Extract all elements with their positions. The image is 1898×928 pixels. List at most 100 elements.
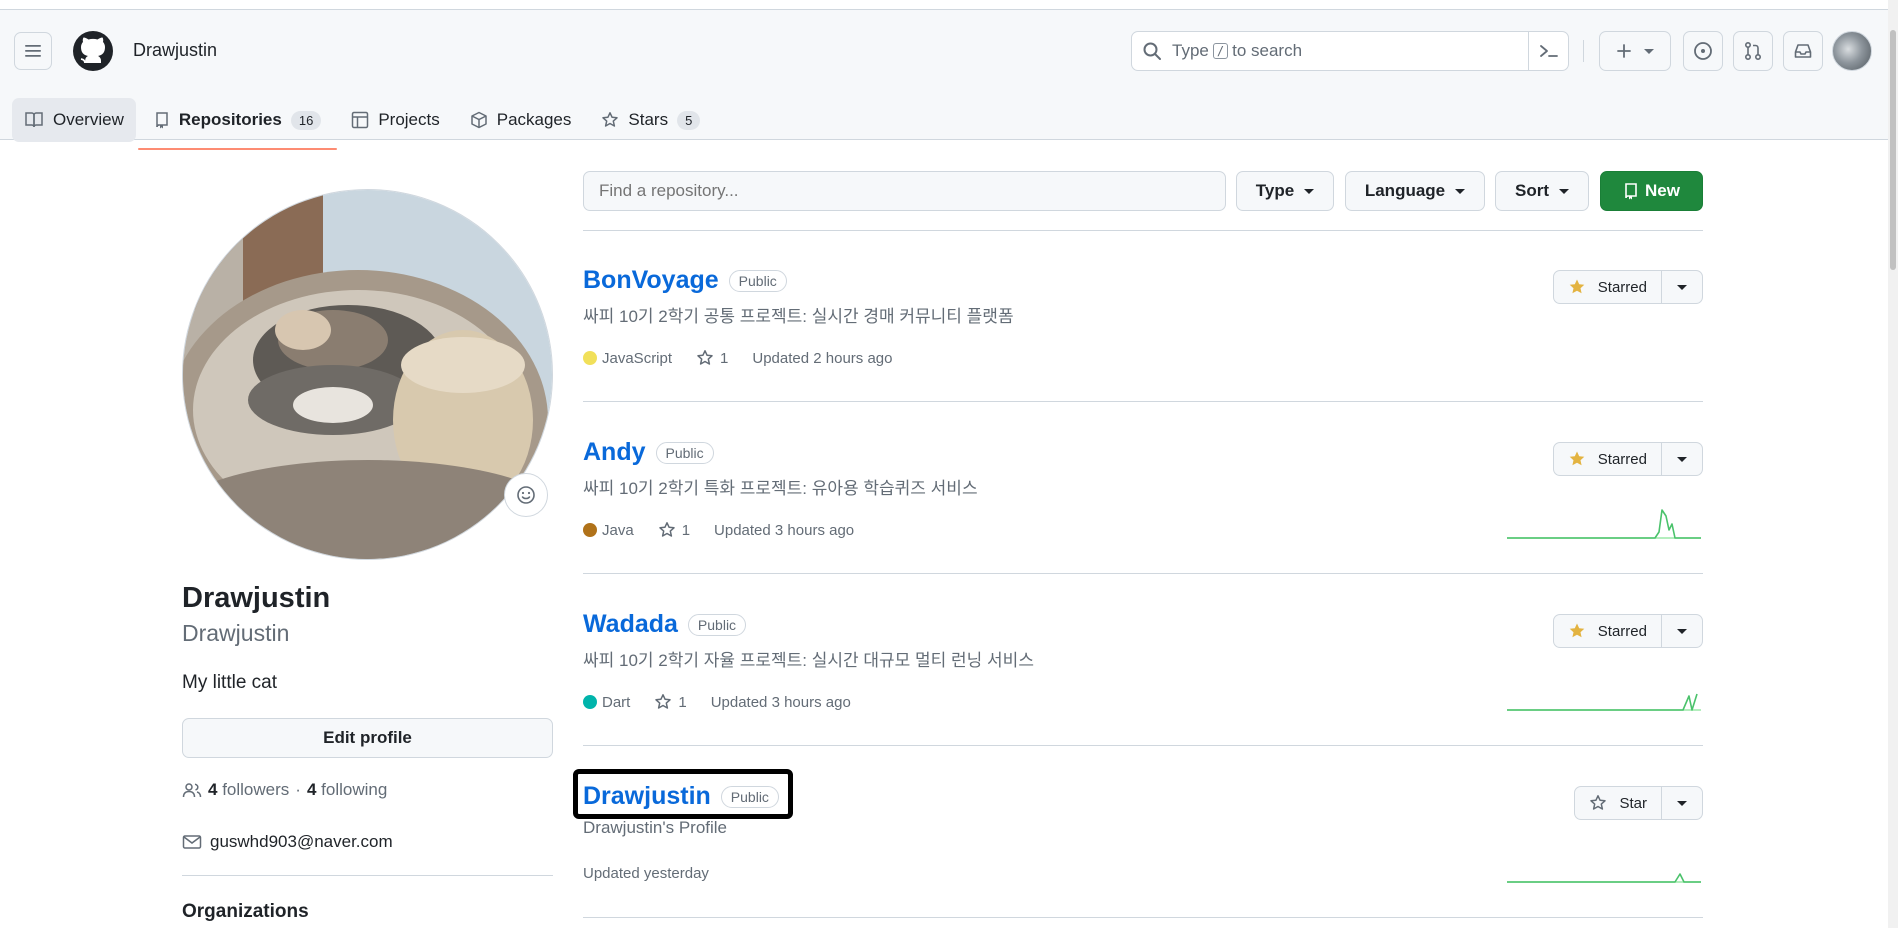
git-pull-request-icon (1744, 41, 1762, 61)
language-filter-button[interactable]: Language (1345, 171, 1485, 211)
language-color-dot (583, 351, 597, 365)
user-avatar[interactable] (1832, 31, 1872, 71)
search-bar[interactable]: Type / to search (1131, 31, 1569, 71)
email-link[interactable]: guswhd903@naver.com (210, 832, 393, 852)
inbox-button[interactable] (1783, 31, 1823, 71)
pull-requests-button[interactable] (1733, 31, 1773, 71)
repo-item: BonVoyage Public 싸피 10기 2학기 공통 프로젝트: 실시간… (583, 230, 1703, 402)
repo-item: Wadada Public 싸피 10기 2학기 자율 프로젝트: 실시간 대규… (583, 574, 1703, 746)
unstar-button[interactable]: Starred (1554, 615, 1662, 647)
new-repository-button[interactable]: New (1600, 171, 1703, 211)
star-icon (658, 522, 675, 537)
header-username[interactable]: Drawjustin (133, 40, 217, 61)
visibility-badge: Public (655, 441, 714, 464)
edit-profile-button[interactable]: Edit profile (182, 718, 553, 758)
repo-description: 싸피 10기 2학기 자율 프로젝트: 실시간 대규모 멀티 런닝 서비스 (583, 651, 1034, 670)
repo-stargazers-link[interactable]: 1 (654, 693, 687, 711)
repo-language: Dart (583, 694, 630, 711)
star-count: 1 (678, 693, 687, 711)
updated-time: Updated yesterday (583, 865, 709, 882)
github-logo-icon[interactable] (72, 30, 114, 72)
star-list-dropdown[interactable] (1662, 787, 1702, 819)
star-icon (1590, 795, 1607, 810)
new-repository-label: New (1645, 181, 1680, 200)
language-label: Java (602, 521, 634, 539)
set-status-button[interactable] (504, 473, 548, 517)
language-color-dot (583, 695, 597, 709)
sort-label: Sort (1515, 181, 1549, 200)
repo-item: Andy Public 싸피 10기 2학기 특화 프로젝트: 유아용 학습퀴즈… (583, 402, 1703, 574)
star-filled-icon (1569, 451, 1585, 466)
activity-sparkline (1507, 509, 1701, 539)
tab-projects-label: Projects (378, 110, 440, 129)
menu-button[interactable] (14, 32, 52, 70)
repo-stargazers-link[interactable]: 1 (658, 521, 690, 539)
star-list-dropdown[interactable] (1662, 443, 1702, 475)
search-placeholder: Type / to search (1172, 41, 1302, 61)
tab-repositories-label: Repositories (178, 110, 282, 129)
followers-count: 4 (208, 780, 218, 799)
repo-icon (1625, 183, 1637, 200)
sort-button[interactable]: Sort (1495, 171, 1589, 211)
following-link[interactable]: 4 following (307, 780, 387, 800)
organizations-heading: Organizations (182, 901, 309, 922)
repo-description: Drawjustin's Profile (583, 818, 728, 837)
star-button-group: Starred (1552, 442, 1703, 476)
unstar-button[interactable]: Starred (1554, 271, 1662, 303)
profile-name: Drawjustin (182, 582, 331, 614)
profile-login: Drawjustin (182, 620, 290, 646)
search-suffix: to search (1232, 41, 1303, 60)
repositories-count: 16 (290, 110, 322, 130)
following-label: following (321, 780, 388, 799)
star-list-dropdown[interactable] (1662, 615, 1702, 647)
updated-time: Updated 3 hours ago (710, 693, 851, 711)
create-new-button[interactable] (1599, 31, 1671, 71)
chevron-down-icon (1677, 284, 1687, 290)
repo-name-link[interactable]: Andy (583, 438, 646, 467)
star-button-group: Starred (1552, 614, 1703, 648)
type-filter-label: Type (1255, 181, 1295, 200)
following-count: 4 (306, 780, 317, 799)
repo-name-link[interactable]: BonVoyage (583, 266, 719, 295)
star-list-dropdown[interactable] (1662, 271, 1702, 303)
profile-email: guswhd903@naver.com (182, 832, 393, 852)
table-icon (352, 111, 369, 129)
repo-stargazers-link[interactable]: 1 (696, 349, 728, 367)
language-label: JavaScript (602, 349, 673, 367)
follow-separator: · (295, 780, 301, 799)
tab-stars[interactable]: Stars 5 (589, 98, 712, 142)
issues-button[interactable] (1683, 31, 1723, 71)
tab-repositories[interactable]: Repositories 16 (137, 98, 338, 150)
page-scrollbar[interactable] (1888, 0, 1898, 928)
tab-overview[interactable]: Overview (12, 98, 136, 142)
smiley-icon (517, 486, 535, 504)
updated-time: Updated 2 hours ago (752, 349, 893, 367)
profile-photo[interactable] (182, 189, 553, 560)
star-icon (655, 694, 672, 709)
star-filled-icon (1569, 279, 1585, 294)
star-count: 1 (720, 349, 729, 367)
language-color-dot (583, 523, 597, 537)
find-repository-input[interactable] (583, 171, 1226, 211)
chevron-down-icon (1455, 188, 1466, 194)
tab-packages[interactable]: Packages (458, 98, 584, 142)
profile-bio: My little cat (182, 672, 278, 693)
star-button[interactable]: Star (1575, 787, 1662, 819)
activity-sparkline (1507, 873, 1701, 883)
starred-label: Starred (1597, 450, 1647, 468)
followers-label: followers (222, 780, 290, 799)
activity-sparkline (1507, 693, 1701, 711)
star-button-group: Starred (1552, 270, 1703, 304)
tab-projects[interactable]: Projects (339, 98, 451, 142)
tab-overview-label: Overview (53, 110, 124, 129)
scrollbar-thumb[interactable] (1890, 30, 1896, 270)
type-filter-button[interactable]: Type (1236, 171, 1334, 211)
package-icon (470, 111, 487, 129)
unstar-button[interactable]: Starred (1554, 443, 1662, 475)
followers-link[interactable]: 4 followers (208, 780, 289, 800)
repo-name-link[interactable]: Wadada (583, 610, 678, 639)
command-palette-button[interactable] (1528, 32, 1568, 70)
repo-description: 싸피 10기 2학기 특화 프로젝트: 유아용 학습퀴즈 서비스 (583, 479, 978, 498)
profile-photo-image (183, 190, 552, 559)
starred-label: Starred (1597, 622, 1647, 640)
